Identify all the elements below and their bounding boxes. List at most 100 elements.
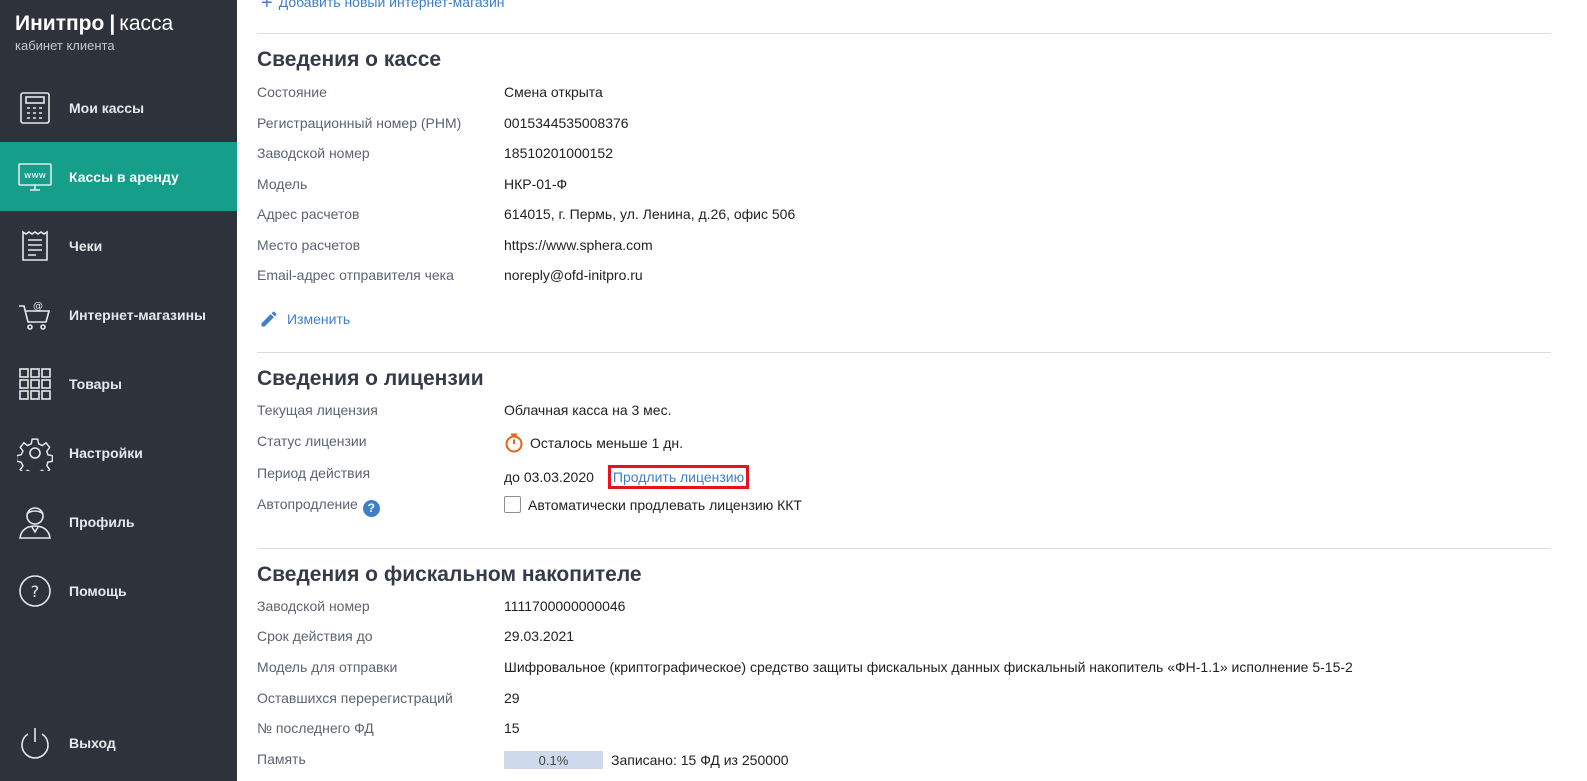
memory-text: Записано: 15 ФД из 250000 [611,752,789,768]
field-value: 614015, г. Пермь, ул. Ленина, д.26, офис… [504,206,796,222]
cart-icon: @ [16,296,54,334]
timer-icon [505,433,523,453]
divider [257,548,1551,549]
user-icon [16,503,54,541]
section-title-fn: Сведения о фискальном накопителе [257,563,642,586]
add-shop-link[interactable]: + Добавить новый интернет-магазин [261,0,505,15]
kassa-row-address: Адрес расчетов 614015, г. Пермь, ул. Лен… [257,206,1551,226]
memory-progress-bar: 0.1% [504,751,603,769]
sidebar-item-profile[interactable]: Профиль [0,487,237,556]
main-content: + Добавить новый интернет-магазин Сведени… [257,0,1551,781]
brand-logo[interactable]: Инитпро | касса кабинет клиента [15,12,173,53]
sidebar-item-label: Интернет-магазины [69,306,207,323]
field-value: Шифровальное (криптографическое) средств… [504,659,1353,675]
kassa-row-state: Состояние Смена открыта [257,84,1551,104]
field-label: Автопродление? [257,496,380,517]
field-label: Место расчетов [257,237,361,253]
fn-row-serial: Заводской номер 1111700000000046 [257,598,1551,618]
license-row-current: Текущая лицензия Облачная касса на 3 мес… [257,402,1551,422]
field-label: Период действия [257,465,371,481]
section-title-license: Сведения о лицензии [257,367,484,390]
sidebar-item-label: Товары [69,375,122,392]
field-value: 15 [504,720,520,736]
edit-button[interactable]: Изменить [259,309,350,329]
sidebar-item-help[interactable]: ? Помощь [0,556,237,625]
auto-renew-label[interactable]: Автоматически продлевать лицензию ККТ [528,497,802,513]
field-label: Срок действия до [257,628,373,644]
field-value: 0015344535008376 [504,115,629,131]
svg-text:@: @ [33,301,43,312]
fn-row-model: Модель для отправки Шифровальное (крипто… [257,659,1551,679]
field-value: 1111700000000046 [504,598,626,614]
fn-row-last-fd: № последнего ФД 15 [257,720,1551,740]
brand-subtitle: кабинет клиента [15,38,115,53]
license-row-status: Статус лицензии Осталось меньше 1 дн. [257,433,1551,453]
sidebar-item-label: Мои кассы [69,99,145,116]
help-icon: ? [16,572,54,610]
receipt-icon [16,227,54,265]
sidebar: Инитпро | касса кабинет клиента Мои кассы … [0,0,237,781]
fn-row-expiry: Срок действия до 29.03.2021 [257,628,1551,648]
field-value: https://www.sphera.com [504,237,653,253]
divider [257,33,1551,34]
license-period-text: до 03.03.2020 [504,469,594,485]
plus-icon: + [261,0,273,14]
field-value: Смена открыта [504,84,603,100]
kassa-row-rnm: Регистрационный номер (РНМ) 001534453500… [257,115,1551,135]
kassa-row-serial: Заводской номер 18510201000152 [257,145,1551,165]
field-value: 29 [504,690,520,706]
field-value: 18510201000152 [504,145,614,161]
field-label: Память [257,751,306,767]
field-label: Регистрационный номер (РНМ) [257,115,462,131]
grid-icon [16,365,54,403]
section-title-kassa: Сведения о кассе [257,48,442,71]
sidebar-item-rent-kassy[interactable]: www Кассы в аренду [0,142,237,211]
kassa-row-email: Email-адрес отправителя чека noreply@ofd… [257,267,1551,287]
sidebar-item-label: Настройки [69,444,143,461]
sidebar-item-label: Кассы в аренду [69,168,179,185]
power-icon [16,724,54,762]
field-value: Облачная касса на 3 мес. [504,402,672,418]
kassa-row-model: Модель НКР-01-Ф [257,176,1551,196]
divider [257,352,1551,353]
fn-row-memory: Память 0.1% Записано: 15 ФД из 250000 [257,751,1551,771]
renew-license-link[interactable]: Продлить лицензию [607,465,750,489]
field-label: Состояние [257,84,327,100]
brand-title: Инитпро | касса [15,12,174,35]
field-label: Модель для отправки [257,659,398,675]
sidebar-item-settings[interactable]: Настройки [0,418,237,487]
help-icon[interactable]: ? [362,499,380,517]
www-monitor-icon: www [16,158,54,196]
field-label: Текущая лицензия [257,402,378,418]
sidebar-item-internet-shops[interactable]: @ Интернет-магазины [0,280,237,349]
cash-register-icon [16,89,54,127]
svg-text:?: ? [31,582,40,601]
license-row-auto: Автопродление? Автоматически продлевать … [257,496,1551,517]
field-value: noreply@ofd-initpro.ru [504,267,643,283]
field-value: НКР-01-Ф [504,176,568,192]
auto-renew-control[interactable]: Автоматически продлевать лицензию ККТ [504,496,802,513]
sidebar-item-label: Выход [69,734,116,751]
field-value: до 03.03.2020 Продлить лицензию [504,465,750,489]
gear-icon [16,434,54,472]
field-value: 0.1% Записано: 15 ФД из 250000 [504,751,789,769]
field-label: Заводской номер [257,145,370,161]
field-label: Оставшихся перерегистраций [257,690,453,706]
sidebar-item-my-kassy[interactable]: Мои кассы [0,73,237,142]
pencil-icon [261,311,277,327]
sidebar-item-goods[interactable]: Товары [0,349,237,418]
field-value: 29.03.2021 [504,628,575,644]
license-row-period: Период действия до 03.03.2020 Продлить л… [257,465,1551,489]
field-label: № последнего ФД [257,720,374,736]
sidebar-item-logout[interactable]: Выход [0,708,237,777]
license-status-text: Осталось меньше 1 дн. [530,435,684,451]
field-label: Заводской номер [257,598,370,614]
sidebar-item-checks[interactable]: Чеки [0,211,237,280]
field-label: Email-адрес отправителя чека [257,267,454,283]
sidebar-item-label: Профиль [69,513,135,530]
kassa-row-place: Место расчетов https://www.sphera.com [257,237,1551,257]
auto-renew-checkbox[interactable] [504,496,521,513]
svg-text:www: www [24,171,46,181]
field-label: Адрес расчетов [257,206,360,222]
field-value: Осталось меньше 1 дн. [504,433,683,453]
